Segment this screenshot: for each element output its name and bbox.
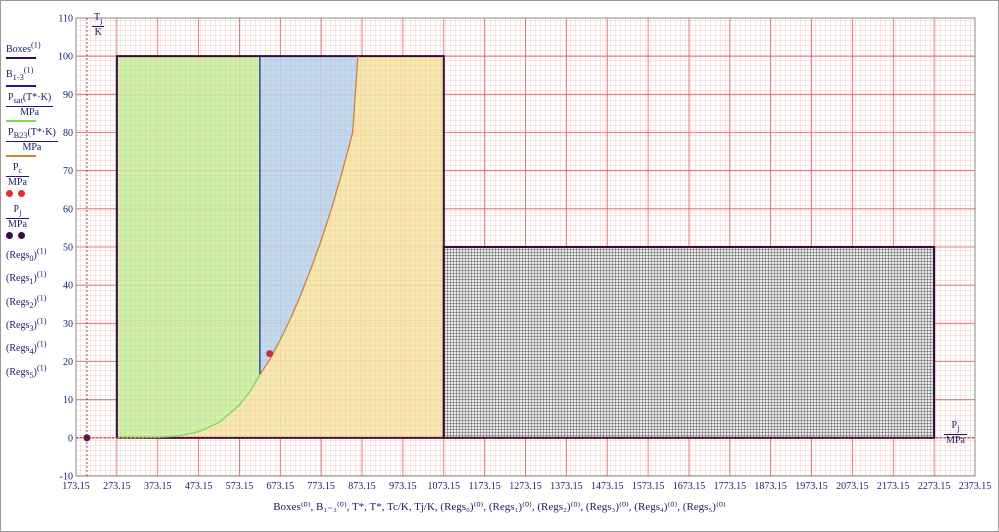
legend-item: (Regs3)(1) xyxy=(6,316,68,334)
x-tick-label: 273.15 xyxy=(103,481,131,492)
legend-item: (Regs2)(1) xyxy=(6,292,68,310)
legend-swatch xyxy=(6,84,36,87)
x-axis-unit: Pj MPa xyxy=(944,420,967,446)
x-tick-label: 773.15 xyxy=(307,481,335,492)
legend-label: (Regs5)(1) xyxy=(6,363,47,380)
x-tick-label: 1973.15 xyxy=(795,481,828,492)
y-unit-den: K xyxy=(94,27,102,38)
x-tick-label: 673.15 xyxy=(267,481,295,492)
region-4 xyxy=(443,247,935,438)
y-axis-unit: Tj K xyxy=(92,12,105,38)
legend-item: Pc MPa xyxy=(6,162,68,199)
x-tick-label: 473.15 xyxy=(185,481,213,492)
y-tick-label: -10 xyxy=(60,472,73,483)
legend-label: (Regs3)(1) xyxy=(6,316,47,333)
legend-item: (Regs1)(1) xyxy=(6,269,68,287)
region-1-grid xyxy=(116,56,260,438)
legend-label: (Regs0)(1) xyxy=(6,246,47,263)
legend-item: (Regs4)(1) xyxy=(6,339,68,357)
x-tick-label: 973.15 xyxy=(389,481,417,492)
x-tick-label: 1873.15 xyxy=(754,481,787,492)
x-tick-label: 2073.15 xyxy=(836,481,869,492)
legend-swatch xyxy=(6,154,36,157)
y-tick-label: 0 xyxy=(68,433,73,444)
legend-swatch xyxy=(6,57,36,60)
x-tick-label: 1773.15 xyxy=(714,481,747,492)
legend: Boxes(1) B1-3(1) Psat(T*·K) MPa PB23(T*·K) MP… xyxy=(6,40,68,386)
point-pc-mpa xyxy=(266,350,274,358)
x-tick-label: 2173.15 xyxy=(877,481,910,492)
x-tick-label: 1573.15 xyxy=(632,481,665,492)
legend-label: (Regs1)(1) xyxy=(6,269,47,287)
x-tick-label: 1073.15 xyxy=(428,481,461,492)
legend-label: Pj MPa xyxy=(6,203,29,230)
legend-item: (Regs0)(1) xyxy=(6,246,68,264)
x-tick-label: 1373.15 xyxy=(550,481,583,492)
y-unit-sub: j xyxy=(100,16,103,25)
x-tick-label: 1273.15 xyxy=(509,481,542,492)
chart-canvas: 173.15 273.15 373.15 473.15 573.15 673.15 773.… xyxy=(58,14,992,493)
x-tick-label: 2273.15 xyxy=(918,481,951,492)
x-unit-den: MPa xyxy=(946,435,965,446)
x-tick-label: 173.15 xyxy=(62,481,90,492)
y-tick-label: 10 xyxy=(63,395,73,406)
x-tick-label: 1473.15 xyxy=(591,481,624,492)
x-tick-label: 873.15 xyxy=(348,481,376,492)
legend-label: Psat(T*·K) MPa xyxy=(6,91,54,118)
legend-item: Pj MPa xyxy=(6,204,68,241)
legend-item: B1-3(1) xyxy=(6,64,68,87)
legend-label: (Regs4)(1) xyxy=(6,339,47,357)
legend-swatch xyxy=(6,189,68,199)
x-tick-label: 1673.15 xyxy=(673,481,706,492)
x-unit-sub: j xyxy=(957,424,960,433)
legend-label: B1-3(1) xyxy=(6,65,34,82)
legend-item: PB23(T*·K) MPa xyxy=(6,127,68,157)
legend-label: Pc MPa xyxy=(6,161,29,188)
legend-item: (Regs5)(1) xyxy=(6,362,68,380)
legend-swatch xyxy=(6,119,36,122)
legend-label: Boxes(1) xyxy=(6,41,41,56)
x-tick-label: 573.15 xyxy=(226,481,254,492)
y-tick-label: 110 xyxy=(58,14,73,25)
x-tick-label: 1173.15 xyxy=(469,481,501,492)
x-tick-label: 2373.15 xyxy=(959,481,992,492)
x-axis-title: Boxes⁽⁰⁾, B₁₋₃⁽⁰⁾, T*, T*, Tc/K, Tj/K, (… xyxy=(273,501,726,513)
legend-label: PB23(T*·K) MPa xyxy=(6,126,58,153)
legend-item: Boxes(1) xyxy=(6,40,68,60)
legend-swatch xyxy=(6,231,68,241)
legend-label: (Regs2)(1) xyxy=(6,293,47,310)
legend-item: Psat(T*·K) MPa xyxy=(6,92,68,122)
x-tick-label: 373.15 xyxy=(144,481,172,492)
